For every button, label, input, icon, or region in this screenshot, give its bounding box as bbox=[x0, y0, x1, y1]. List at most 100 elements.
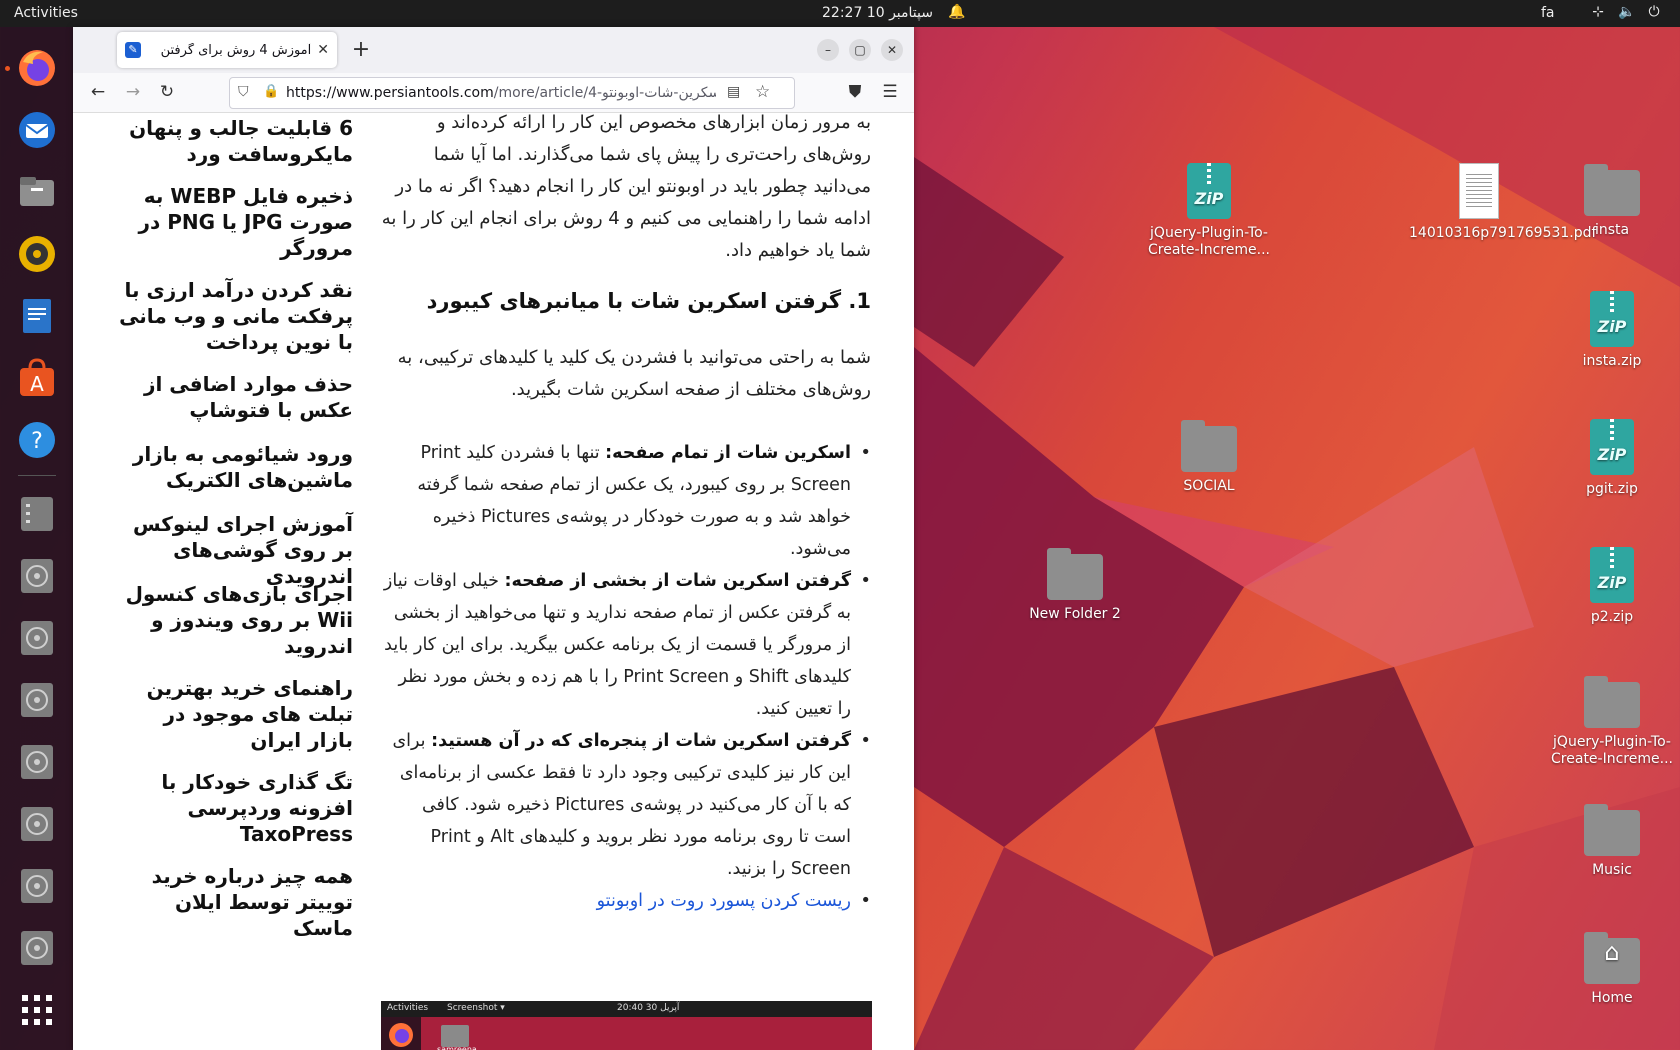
tab-active[interactable]: ✎ آموزش 4 روش برای گرفتن ✕ bbox=[117, 32, 337, 68]
tab-bar: ✎ آموزش 4 روش برای گرفتن ✕ + – ▢ ✕ bbox=[73, 27, 914, 73]
page-content: 6 قابلیت جالب و پنهان مایکروسافت ورد ذخی… bbox=[73, 113, 914, 1050]
zip-file-icon: ZiP bbox=[1590, 291, 1634, 347]
show-apps-icon[interactable] bbox=[14, 987, 60, 1033]
notification-bell-icon[interactable]: 🔔 bbox=[948, 4, 965, 20]
reader-view-icon[interactable]: ▤ bbox=[727, 84, 740, 100]
bookmark-star-icon[interactable]: ☆ bbox=[755, 82, 770, 102]
sidebar-article[interactable]: آموزش اجرای لینوکس بر روی گوشی‌های اندرو… bbox=[113, 511, 353, 589]
disc-icon[interactable] bbox=[14, 677, 60, 723]
clock[interactable]: 22:27 10 سپتامبر bbox=[822, 5, 933, 21]
sidebar-article[interactable]: نقد کردن درآمد ارزی با پرفکت مانی و وب م… bbox=[113, 277, 353, 355]
article-intro-paragraph: به مرور زمان ابزارهای مخصوص این کار را ا… bbox=[381, 113, 871, 261]
close-tab-icon[interactable]: ✕ bbox=[317, 42, 329, 58]
running-indicator bbox=[5, 66, 10, 71]
desktop-icon-folder[interactable]: insta bbox=[1542, 164, 1680, 239]
system-tray[interactable]: ⊹ 🔈 ⏻ bbox=[1590, 4, 1662, 20]
desktop-icon-zip[interactable]: ZiP jQuery-Plugin-To-Create-Increme... bbox=[1139, 163, 1279, 259]
close-window-button[interactable]: ✕ bbox=[881, 39, 903, 61]
sidebar-article[interactable]: حذف موارد اضافی از عکس با فتوشاپ bbox=[113, 371, 353, 423]
embedded-folder-icon bbox=[441, 1025, 469, 1047]
folder-icon bbox=[1584, 804, 1640, 856]
svg-text:A: A bbox=[30, 372, 44, 396]
sidebar-article[interactable]: اجرای بازی‌های کنسول Wii بر روی ویندوز و… bbox=[113, 581, 353, 659]
list-item-title: اسکرین شات از تمام صفحه: bbox=[605, 443, 851, 463]
desktop-icon-label: Music bbox=[1592, 862, 1632, 878]
sidebar-article[interactable]: راهنمای خرید بهترین تبلت های موجود در با… bbox=[113, 675, 353, 753]
rhythmbox-icon[interactable] bbox=[14, 231, 60, 277]
navigation-bar: ← → ↻ ⛉ 🔒 https://www.persiantools.com/m… bbox=[73, 73, 914, 113]
back-button[interactable]: ← bbox=[86, 82, 110, 102]
desktop-icon-zip[interactable]: ZiP pgit.zip bbox=[1542, 419, 1680, 498]
files-icon[interactable] bbox=[14, 169, 60, 215]
embedded-app-menu: Screenshot ▾ bbox=[447, 1003, 505, 1013]
activities-button[interactable]: Activities bbox=[14, 5, 78, 21]
tab-title: آموزش 4 روش برای گرفتن bbox=[160, 42, 312, 58]
help-icon[interactable]: ? bbox=[14, 417, 60, 463]
address-bar[interactable]: ⛉ 🔒 https://www.persiantools.com/more/ar… bbox=[229, 77, 795, 109]
pocket-icon[interactable]: ⛊ bbox=[843, 82, 867, 102]
desktop-icon-folder[interactable]: jQuery-Plugin-To-Create-Increme... bbox=[1542, 676, 1680, 768]
tracking-protection-icon[interactable]: ⛉ bbox=[238, 84, 249, 100]
home-folder-icon bbox=[1584, 932, 1640, 984]
desktop-icon-zip[interactable]: ZiP p2.zip bbox=[1542, 547, 1680, 626]
embedded-clock: 20:40 30 آپریل bbox=[617, 1003, 680, 1013]
zip-file-icon: ZiP bbox=[1590, 419, 1634, 475]
desktop-icon-folder[interactable]: New Folder 2 bbox=[1005, 548, 1145, 623]
thunderbird-icon[interactable] bbox=[14, 107, 60, 153]
desktop-icon-pdf[interactable]: 14010316p791769531.pdf bbox=[1409, 163, 1596, 242]
maximize-button[interactable]: ▢ bbox=[849, 39, 871, 61]
disc-icon[interactable] bbox=[14, 553, 60, 599]
top-bar: Activities 22:27 10 سپتامبر 🔔 fa ⊹ 🔈 ⏻ bbox=[0, 0, 1680, 27]
desktop-icon-label: jQuery-Plugin-To-Create-Increme... bbox=[1148, 225, 1270, 258]
url-text[interactable]: https://www.persiantools.com/more/articl… bbox=[286, 85, 716, 101]
forward-button[interactable]: → bbox=[121, 82, 145, 102]
new-tab-button[interactable]: + bbox=[349, 37, 373, 62]
list-item-title: گرفتن اسکرین شات از بخشی از صفحه: bbox=[504, 571, 852, 591]
desktop-icon-home[interactable]: Home bbox=[1542, 932, 1680, 1007]
desktop-icon-folder[interactable]: SOCIAL bbox=[1139, 420, 1279, 495]
list-item-text: برای این کار نیز کلیدی ترکیبی وجود دارد … bbox=[392, 731, 851, 879]
embedded-dock bbox=[381, 1017, 421, 1050]
url-path: /more/article/4-اسکرین-شات-اوبونتو bbox=[493, 85, 716, 101]
sidebar-article[interactable]: تگ گذاری خودکار با افزونه وردپرسی TaxoPr… bbox=[113, 769, 353, 847]
dock: A ? bbox=[0, 27, 73, 1050]
dock-separator bbox=[18, 475, 56, 476]
folder-icon bbox=[1181, 420, 1237, 472]
desktop-icon-folder[interactable]: Music bbox=[1542, 804, 1680, 879]
desktop-icon-zip[interactable]: ZiP insta.zip bbox=[1542, 291, 1680, 370]
disc-icon[interactable] bbox=[14, 925, 60, 971]
desktop-icon-label: Home bbox=[1591, 990, 1633, 1006]
desktop-icon-label: insta bbox=[1594, 222, 1630, 238]
menu-icon[interactable]: ☰ bbox=[878, 82, 902, 102]
lock-icon[interactable]: 🔒 bbox=[263, 84, 279, 99]
libreoffice-writer-icon[interactable] bbox=[14, 293, 60, 339]
embedded-folder-label: samreena bbox=[437, 1045, 477, 1050]
list-item: ریست کردن پسورد روت در اوبونتو bbox=[380, 885, 871, 917]
desktop-icon-label: SOCIAL bbox=[1183, 478, 1235, 494]
disc-icon[interactable] bbox=[14, 739, 60, 785]
input-language-indicator[interactable]: fa bbox=[1541, 5, 1555, 21]
firefox-icon[interactable] bbox=[14, 45, 60, 91]
reload-button[interactable]: ↻ bbox=[155, 82, 179, 102]
list-item: گرفتن اسکرین شات از پنجره‌ای که در آن هس… bbox=[380, 725, 871, 885]
folder-icon bbox=[1584, 164, 1640, 216]
minimize-button[interactable]: – bbox=[817, 39, 839, 61]
app-center-icon[interactable]: A bbox=[14, 355, 60, 401]
disc-icon[interactable] bbox=[14, 615, 60, 661]
disc-icon[interactable] bbox=[14, 863, 60, 909]
zip-file-icon: ZiP bbox=[1187, 163, 1231, 219]
power-icon: ⏻ bbox=[1648, 4, 1660, 20]
sidebar-article[interactable]: ورود شیائومی به بازار ماشین‌های الکتریک bbox=[113, 441, 353, 493]
related-article-link[interactable]: ریست کردن پسورد روت در اوبونتو bbox=[597, 891, 851, 911]
site-favicon-icon: ✎ bbox=[125, 42, 141, 58]
desktop-icon-label: jQuery-Plugin-To-Create-Increme... bbox=[1551, 734, 1673, 767]
embedded-firefox-icon bbox=[389, 1023, 413, 1047]
svg-text:?: ? bbox=[31, 429, 43, 454]
sidebar-article[interactable]: 6 قابلیت جالب و پنهان مایکروسافت ورد bbox=[113, 115, 353, 167]
article-paragraph: شما به راحتی می‌توانید با فشردن یک کلید … bbox=[397, 347, 871, 400]
sidebar-article[interactable]: همه چیز درباره خرید توییتر توسط ایلان ما… bbox=[113, 863, 353, 941]
file-manager-icon[interactable] bbox=[14, 491, 60, 537]
sidebar-article[interactable]: ذخیره فایل WEBP به صورت JPG یا PNG در مر… bbox=[113, 183, 353, 261]
list-item-title: گرفتن اسکرین شات از پنجره‌ای که در آن هس… bbox=[431, 731, 851, 751]
disc-icon[interactable] bbox=[14, 801, 60, 847]
